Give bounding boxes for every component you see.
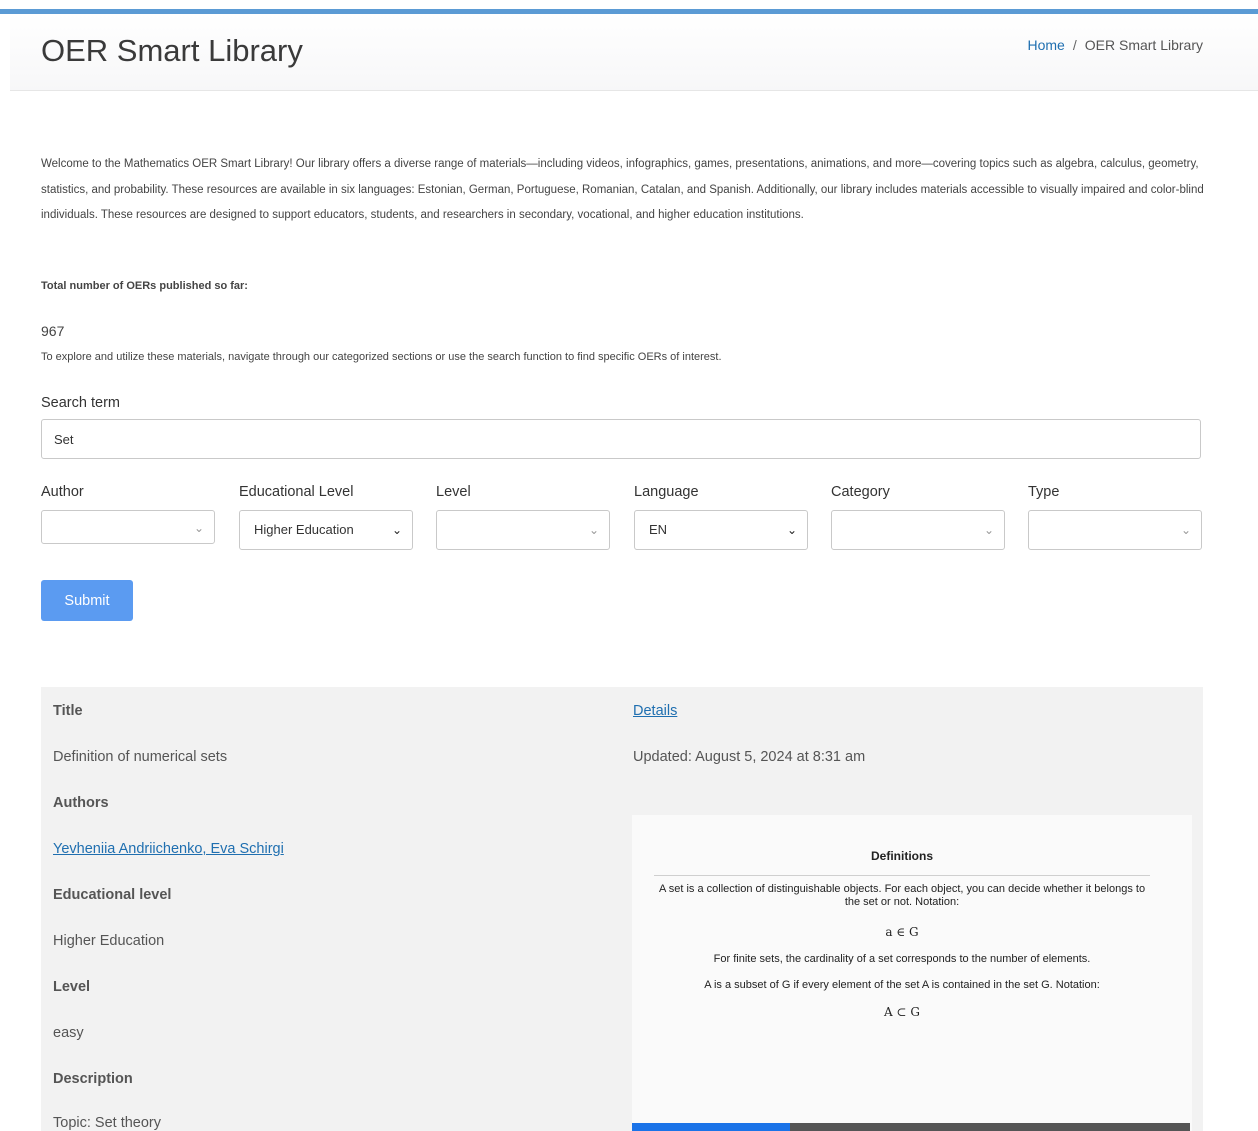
educational-level-select-value: Higher Education bbox=[254, 522, 354, 537]
chevron-down-icon: ⌄ bbox=[193, 521, 204, 535]
filter-author: Author ⌄ bbox=[41, 484, 215, 544]
educational-level-value: Higher Education bbox=[53, 933, 165, 949]
educational-level-select[interactable]: Higher Education ⌄ bbox=[239, 510, 413, 550]
chevron-down-icon: ⌄ bbox=[1180, 523, 1191, 537]
description-heading: Description bbox=[53, 1071, 133, 1087]
educational-level-heading: Educational level bbox=[53, 887, 172, 903]
level-select[interactable]: ⌄ bbox=[436, 510, 610, 550]
filter-level: Level ⌄ bbox=[436, 484, 610, 550]
breadcrumb-home-link[interactable]: Home bbox=[1028, 37, 1065, 53]
chevron-down-icon: ⌄ bbox=[588, 523, 599, 537]
filter-language-label: Language bbox=[634, 484, 699, 500]
search-term-input[interactable] bbox=[41, 419, 1201, 459]
filter-educational-level-label: Educational Level bbox=[239, 484, 354, 500]
title-heading: Title bbox=[53, 703, 83, 719]
result-title: Definition of numerical sets bbox=[53, 749, 228, 765]
intro-text: Welcome to the Mathematics OER Smart Lib… bbox=[41, 158, 1204, 221]
filter-level-label: Level bbox=[436, 484, 471, 500]
preview-subset-text: A is a subset of G if every element of t… bbox=[704, 979, 1100, 991]
preview-control-bar-blue[interactable] bbox=[632, 1123, 790, 1131]
description-value: Topic: Set theory bbox=[53, 1115, 161, 1131]
authors-value: Yevheniia Andriichenko, Eva Schirgi bbox=[53, 841, 284, 857]
preview-definition-text: A set is a collection of distinguishable… bbox=[658, 883, 1146, 908]
breadcrumb: Home / OER Smart Library bbox=[1028, 37, 1204, 53]
category-select[interactable]: ⌄ bbox=[831, 510, 1005, 550]
preview-math-subset: A ⊂ G bbox=[884, 1005, 920, 1019]
preview-control-bar-gray[interactable] bbox=[790, 1123, 1190, 1131]
filter-educational-level: Educational Level Higher Education ⌄ bbox=[239, 484, 413, 550]
chevron-down-icon: ⌄ bbox=[391, 523, 402, 537]
explore-text: To explore and utilize these materials, … bbox=[41, 351, 722, 363]
breadcrumb-current: OER Smart Library bbox=[1084, 37, 1203, 53]
breadcrumb-separator: / bbox=[1072, 37, 1077, 53]
page-header: OER Smart Library Home / OER Smart Library bbox=[10, 14, 1258, 91]
filter-category: Category ⌄ bbox=[831, 484, 1005, 550]
authors-heading: Authors bbox=[53, 795, 109, 811]
total-oers-label: Total number of OERs published so far: bbox=[41, 280, 248, 292]
preview-cardinality-text: For finite sets, the cardinality of a se… bbox=[713, 953, 1091, 965]
filter-type-label: Type bbox=[1028, 484, 1060, 500]
authors-link[interactable]: Yevheniia Andriichenko, Eva Schirgi bbox=[53, 841, 284, 857]
preview-divider bbox=[654, 875, 1150, 876]
filter-language: Language EN ⌄ bbox=[634, 484, 808, 550]
chevron-down-icon: ⌄ bbox=[983, 523, 994, 537]
search-term-label: Search term bbox=[41, 395, 120, 411]
updated-timestamp: Updated: August 5, 2024 at 8:31 am bbox=[633, 749, 866, 765]
total-oers-count: 967 bbox=[41, 323, 65, 339]
language-select[interactable]: EN ⌄ bbox=[634, 510, 808, 550]
filter-type: Type ⌄ bbox=[1028, 484, 1202, 550]
result-card: Title Definition of numerical sets Autho… bbox=[41, 687, 1203, 1131]
level-heading: Level bbox=[53, 979, 91, 995]
page-title: OER Smart Library bbox=[41, 33, 303, 68]
filter-category-label: Category bbox=[831, 484, 890, 500]
resource-preview[interactable]: Definitions A set is a collection of dis… bbox=[632, 815, 1192, 1131]
preview-heading: Definitions bbox=[871, 849, 933, 863]
chevron-down-icon: ⌄ bbox=[786, 523, 797, 537]
filter-author-label: Author bbox=[41, 484, 84, 500]
type-select[interactable]: ⌄ bbox=[1028, 510, 1202, 550]
submit-button[interactable]: Submit bbox=[41, 580, 133, 621]
language-select-value: EN bbox=[649, 522, 668, 537]
level-value: easy bbox=[53, 1025, 84, 1041]
details-link[interactable]: Details bbox=[633, 703, 677, 719]
author-select[interactable]: ⌄ bbox=[41, 510, 215, 544]
preview-math-element-of: a ∈ G bbox=[885, 925, 919, 939]
